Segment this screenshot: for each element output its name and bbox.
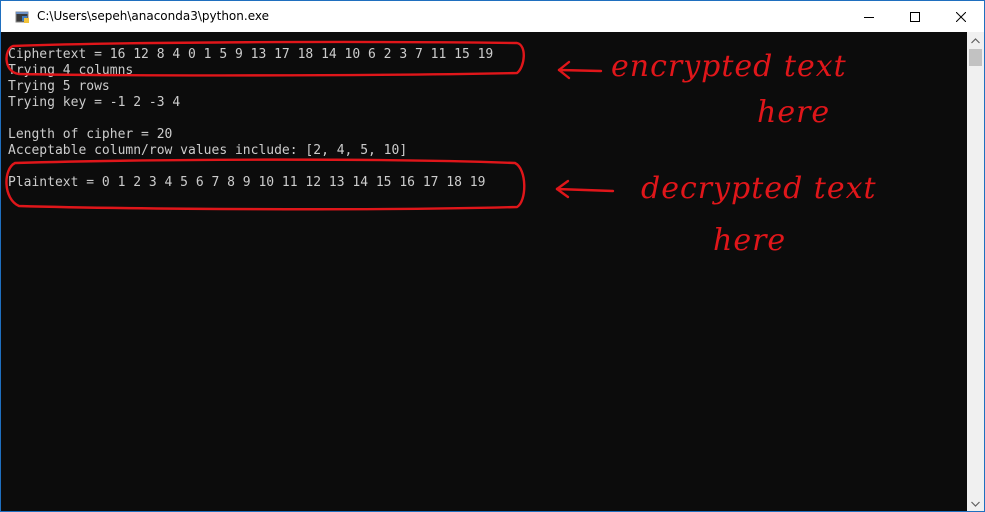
console-window: C:\Users\sepeh\anaconda3\python.exe Ciph…	[0, 0, 985, 512]
console-line-ciphertext: Ciphertext = 16 12 8 4 0 1 5 9 13 17 18 …	[8, 47, 494, 62]
maximize-icon	[910, 11, 920, 22]
console-line-trying-rows: Trying 5 rows	[8, 79, 110, 94]
python-console-icon	[15, 11, 29, 23]
console-text: Ciphertext = 16 12 8 4 0 1 5 9 13 17 18 …	[8, 47, 493, 191]
scroll-up-button[interactable]	[967, 32, 984, 49]
console-line-blank-1	[8, 111, 493, 127]
maximize-button[interactable]	[892, 1, 938, 32]
console-line-trying-columns: Trying 4 columns	[8, 63, 134, 78]
minimize-icon	[864, 16, 874, 18]
minimize-button[interactable]	[846, 1, 892, 32]
encrypted-label-line1: encrypted text	[611, 49, 847, 84]
decrypted-label-line2: here	[713, 223, 787, 258]
close-button[interactable]	[938, 1, 984, 32]
close-icon	[956, 11, 966, 22]
console-line-blank-2	[8, 159, 493, 175]
console-line-plaintext: Plaintext = 0 1 2 3 4 5 6 7 8 9 10 11 12…	[8, 175, 486, 190]
vertical-scrollbar[interactable]	[967, 32, 984, 511]
console-line-acceptable-values: Acceptable column/row values include: [2…	[8, 143, 408, 158]
scroll-down-arrow-icon	[971, 501, 980, 507]
title-bar[interactable]: C:\Users\sepeh\anaconda3\python.exe	[1, 1, 984, 32]
scroll-down-button[interactable]	[967, 495, 984, 511]
window-title: C:\Users\sepeh\anaconda3\python.exe	[37, 9, 269, 23]
console-line-cipher-length: Length of cipher = 20	[8, 127, 173, 142]
scroll-thumb[interactable]	[969, 49, 982, 66]
encrypted-label-line2: here	[757, 95, 831, 130]
scroll-up-arrow-icon	[971, 37, 980, 43]
console-line-trying-key: Trying key = -1 2 -3 4	[8, 95, 181, 110]
decrypted-label-line1: decrypted text	[641, 171, 877, 206]
